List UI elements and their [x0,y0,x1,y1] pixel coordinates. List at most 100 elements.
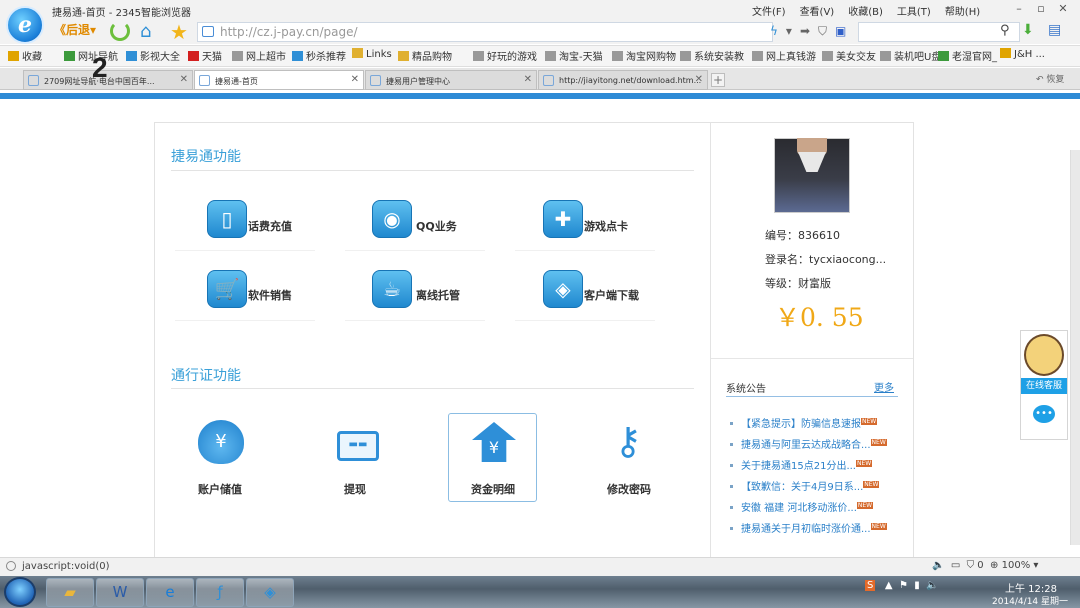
address-url[interactable]: http://cz.j-pay.cn/page/ [220,25,358,39]
dropdown-icon[interactable]: ▾ [786,24,792,38]
favorite-item[interactable]: 秒杀推荐 [292,48,346,63]
clock-time[interactable]: 上午 12:28 [1005,580,1057,595]
mascot-icon[interactable] [1024,334,1064,376]
chat-bubble-icon[interactable]: ••• [1033,405,1055,423]
shield-icon[interactable]: ⛉ [967,560,975,571]
download-icon[interactable]: ⬇ [1022,22,1034,38]
money-bag-icon[interactable]: ¥ [198,420,244,464]
menu-view[interactable]: 查看(V) [800,3,835,18]
card-icon[interactable]: ▬▬ [337,431,379,461]
taskbar-explorer[interactable]: ▰ [46,578,94,607]
menu-file[interactable]: 文件(F) [752,3,786,18]
window-icon[interactable]: ▭ [951,560,960,571]
menu-help[interactable]: 帮助(H) [945,3,980,18]
tab-download[interactable]: http://jiayitong.net/download.htm... ✕ [538,70,708,90]
menu-favorites[interactable]: 收藏(B) [848,3,883,18]
minimize-icon[interactable]: – [1008,2,1030,15]
search-engine-icon[interactable]: ▣ [835,24,846,38]
coffee-icon[interactable]: ☕ [372,270,412,308]
notice-more-link[interactable]: 更多 [874,379,894,394]
zoom-level[interactable]: 100% [1002,560,1031,571]
key-icon[interactable]: ⚷ [608,418,648,464]
client-logo-icon[interactable]: ◈ [543,270,583,308]
notice-item[interactable]: 安徽 福建 河北移动涨价...NEW [730,499,874,514]
online-service-label[interactable]: 在线客服 [1021,378,1067,394]
tray-arrow-icon[interactable]: ▲ [885,580,893,591]
account-deposit-link[interactable]: 账户储值 [175,481,265,497]
favorite-item[interactable]: 淘宝-天猫 [545,48,603,63]
notice-item[interactable]: 捷易通与阿里云达成战略合...NEW [730,436,887,451]
search-input[interactable] [858,22,1020,42]
withdraw-link[interactable]: 提现 [310,481,400,497]
start-button[interactable] [4,577,36,607]
favorite-item[interactable]: 系统安装教 [680,48,744,63]
favorite-item[interactable]: 好玩的游戏 [473,48,537,63]
change-password-link[interactable]: 修改密码 [584,481,674,497]
clock-date[interactable]: 2014/4/14 星期一 [992,594,1068,607]
favorite-item[interactable]: 收藏 [8,48,42,63]
tray-s-icon[interactable]: S [865,580,876,591]
tab-close-icon[interactable]: ✕ [695,74,703,85]
funds-detail-link[interactable]: 资金明细 [448,481,538,497]
favorite-star-icon[interactable]: ★ [170,20,188,44]
tab-close-icon[interactable]: ✕ [351,74,359,85]
favorite-item[interactable]: 天猫 [188,48,222,63]
favorite-item[interactable]: 网址导航 [64,48,118,63]
tray-flag-icon[interactable]: ⚑ [899,580,908,591]
notice-item[interactable]: 【紧急提示】防骗信息速报NEW [730,415,878,430]
favorite-item[interactable]: J&H ... [1000,48,1045,60]
cart-icon[interactable]: 🛒 [207,270,247,308]
software-sales-link[interactable]: 软件销售 [248,287,292,303]
tab-close-icon[interactable]: ✕ [524,74,532,85]
qq-icon[interactable]: ◉ [372,200,412,238]
menu-tools[interactable]: 工具(T) [897,3,931,18]
notice-item[interactable]: 【致歉信：关于4月9日系...NEW [730,478,880,493]
tab-2709[interactable]: 2709网址导航·电台中国百年... ✕ [23,70,193,90]
favorite-item[interactable]: Links [352,48,392,60]
taskbar-jyt[interactable]: ◈ [246,578,294,607]
taskbar-word[interactable]: W [96,578,144,607]
tab-close-icon[interactable]: ✕ [180,74,188,85]
favorite-item[interactable]: 装机吧U盘 [880,48,941,63]
favorite-item[interactable]: 美女交友 [822,48,876,63]
favorite-item[interactable]: 影视大全 [126,48,180,63]
back-button[interactable]: 《后退▾ [54,21,96,38]
maximize-icon[interactable]: ▫ [1030,2,1052,15]
tools-icon[interactable]: ▤ [1048,22,1061,38]
favorite-item[interactable]: 老湿官网_ [938,48,997,63]
taskbar-app[interactable]: ƒ [196,578,244,607]
game-card-link[interactable]: 游戏点卡 [584,218,628,234]
favorite-item[interactable]: 网上超市 [232,48,286,63]
tab-jyt-home[interactable]: 捷易通-首页 ✕ [194,70,364,90]
status-icon [6,561,16,571]
new-tab-button[interactable]: + [711,73,725,87]
tab-user-center[interactable]: 捷易用户管理中心 ✕ [365,70,537,90]
lightning-icon[interactable]: ϟ [770,24,778,38]
scrollbar[interactable] [1070,150,1080,545]
offline-hosting-link[interactable]: 离线托管 [416,287,460,303]
section-title-jyt: 捷易通功能 [171,149,241,165]
tray-network-icon[interactable]: ▮ [914,580,920,591]
notice-item[interactable]: 捷易通关于月初临时涨价通...NEW [730,520,887,535]
restore-tab-button[interactable]: ↶ 恢复 [1036,72,1064,85]
close-icon[interactable]: ✕ [1052,2,1074,15]
zoom-icon[interactable]: ⊕ [990,560,998,571]
speaker-icon[interactable]: 🔈 [932,560,944,571]
client-download-link[interactable]: 客户端下载 [584,287,639,303]
go-arrow-icon[interactable]: ➡ [800,24,810,38]
shield-icon[interactable]: ⛉ [818,24,827,39]
favorite-item[interactable]: 网上真钱游 [752,48,816,63]
favorite-item[interactable]: 淘宝网购物 [612,48,676,63]
tray-volume-icon[interactable]: 🔈 [926,580,938,591]
refresh-icon[interactable] [110,21,130,41]
search-icon[interactable]: ⚲ [1000,23,1010,38]
taskbar-browser[interactable]: e [146,578,194,607]
notice-item[interactable]: 关于捷易通15点21分出...NEW [730,457,873,472]
gamepad-icon[interactable]: ✚ [543,200,583,238]
qq-service-link[interactable]: QQ业务 [416,218,457,234]
recharge-link[interactable]: 话费充值 [248,218,292,234]
phone-icon[interactable]: ▯ [207,200,247,238]
header-strip [0,93,1080,99]
favorite-item[interactable]: 精品购物 [398,48,452,63]
home-icon[interactable]: ⌂ [140,21,151,42]
